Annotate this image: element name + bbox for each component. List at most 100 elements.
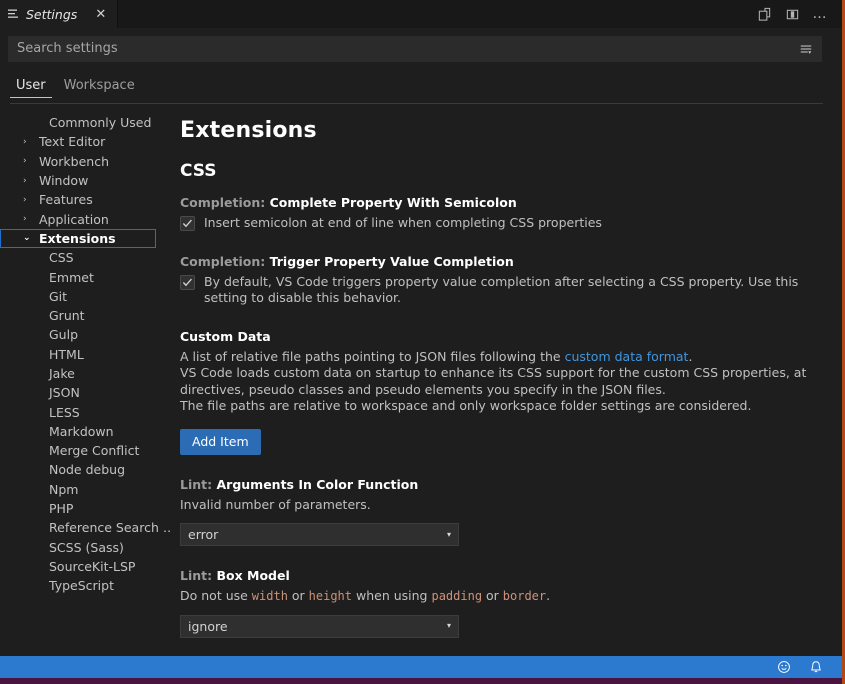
custom-data-format-link[interactable]: custom data format — [565, 349, 689, 364]
setting-label: Lint: Arguments In Color Function — [180, 477, 818, 492]
toc-item-node-debug[interactable]: Node debug — [0, 460, 156, 479]
box-model-text-c: when using — [352, 588, 432, 603]
toc-item-window[interactable]: › Window — [0, 171, 156, 190]
toc-item-workbench[interactable]: › Workbench — [0, 152, 156, 171]
toc-item-scss-sass[interactable]: SCSS (Sass) — [0, 538, 156, 557]
search-box[interactable] — [8, 35, 822, 62]
box-model-text-d: or — [482, 588, 503, 603]
toc-item-label: PHP — [49, 501, 74, 517]
toc-item-grunt[interactable]: Grunt — [0, 306, 156, 325]
select-box-model[interactable]: ignore ▾ — [180, 614, 459, 638]
toc-item-features[interactable]: › Features — [0, 190, 156, 209]
add-item-button[interactable]: Add Item — [180, 428, 261, 455]
toc-item-less[interactable]: LESS — [0, 402, 156, 421]
custom-data-line3: The file paths are relative to workspace… — [180, 398, 752, 413]
chevron-right-icon[interactable]: › — [23, 214, 39, 224]
setting-description: Do not use width or height when using pa… — [180, 588, 818, 605]
toc-item-label: Markdown — [49, 423, 114, 439]
toc-item-extensions[interactable]: ⌄ Extensions — [0, 228, 156, 249]
setting-control: By default, VS Code triggers property va… — [180, 274, 818, 307]
setting-prefix: Lint: — [180, 568, 217, 583]
box-model-text-a: Do not use — [180, 588, 252, 603]
toc-item-label: Extensions — [39, 230, 116, 246]
chevron-down-icon: ▾ — [446, 529, 451, 539]
toc-item-label: JSON — [49, 385, 80, 401]
settings-list-icon — [8, 8, 20, 20]
toc-item-git[interactable]: Git — [0, 287, 156, 306]
toc-item-reference-search[interactable]: Reference Search … — [0, 518, 172, 537]
toc-item-label: Workbench — [39, 153, 109, 169]
toc-item-emmet[interactable]: Emmet — [0, 267, 156, 286]
toggle-panel-icon[interactable] — [780, 2, 804, 26]
toc-item-label: Node debug — [49, 462, 126, 478]
toc-item-gulp[interactable]: Gulp — [0, 325, 156, 344]
select-arguments-in-color-function[interactable]: error ▾ — [180, 523, 459, 546]
search-input[interactable] — [9, 36, 794, 61]
setting-name: Trigger Property Value Completion — [269, 253, 514, 269]
toc-item-label: Window — [39, 173, 89, 189]
toc-item-html[interactable]: HTML — [0, 345, 156, 364]
setting-description: By default, VS Code triggers property va… — [204, 273, 799, 306]
setting-prefix: Completion: — [180, 253, 270, 269]
setting-name: Custom Data — [180, 328, 271, 344]
search-area — [0, 28, 842, 68]
feedback-smiley-icon[interactable] — [776, 659, 792, 675]
tab-bar-spacer — [118, 0, 752, 28]
toc-item-label: Application — [39, 211, 109, 227]
toc-item-css[interactable]: CSS — [0, 248, 156, 267]
settings-window: Settings ✕ … Search settings User Worksp… — [0, 0, 845, 684]
toc-item-text-editor[interactable]: › Text Editor — [0, 132, 156, 151]
setting-name: Box Model — [216, 568, 290, 583]
box-model-text-b: or — [287, 588, 309, 603]
scope-tabs: User Workspace — [0, 68, 842, 98]
toc-item-markdown[interactable]: Markdown — [0, 422, 156, 441]
setting-description: Insert semicolon at end of line when com… — [204, 215, 602, 230]
split-editor-icon[interactable] — [752, 2, 776, 26]
toc-item-php[interactable]: PHP — [0, 499, 156, 518]
checkbox-complete-property-with-semicolon[interactable] — [180, 216, 195, 231]
toc-item-label: Grunt — [49, 308, 85, 324]
toc-item-label: Jake — [49, 366, 75, 381]
chevron-right-icon[interactable]: › — [23, 137, 39, 147]
notifications-bell-icon[interactable] — [808, 659, 824, 675]
setting-name: Complete Property With Semicolon — [269, 195, 517, 210]
window-bottom-bar — [0, 678, 842, 684]
toc-item-label: Git — [49, 288, 68, 304]
tab-settings[interactable]: Settings ✕ — [0, 0, 119, 28]
toc-item-json[interactable]: JSON — [0, 383, 156, 402]
section-title: CSS — [180, 161, 217, 181]
chevron-right-icon[interactable]: › — [23, 156, 39, 166]
tab-user[interactable]: User — [10, 79, 52, 98]
toc-item-label: Gulp — [49, 327, 79, 343]
toc-item-merge-conflict[interactable]: Merge Conflict — [0, 441, 156, 460]
chevron-down-icon: ▾ — [446, 621, 451, 631]
tab-workspace[interactable]: Workspace — [58, 79, 141, 98]
chevron-right-icon[interactable]: › — [23, 195, 39, 205]
setting-prefix: Lint: — [180, 476, 217, 492]
toc-item-typescript[interactable]: TypeScript — [0, 576, 156, 595]
setting-prefix: Completion: — [180, 195, 270, 210]
toc-item-label: Features — [39, 192, 93, 208]
select-value: ignore — [188, 618, 228, 634]
toc-item-label: HTML — [49, 346, 84, 362]
toc-item-label: Commonly Used — [49, 115, 152, 131]
filter-icon[interactable] — [794, 38, 818, 60]
more-actions-icon[interactable]: … — [808, 2, 832, 26]
chevron-right-icon[interactable]: › — [23, 176, 39, 186]
settings-toc: Commonly Used › Text Editor › Workbench › Wind… — [0, 104, 172, 656]
toc-item-jake[interactable]: Jake — [0, 364, 156, 383]
code-token-width: width — [251, 589, 288, 603]
toc-item-label: Text Editor — [39, 134, 106, 150]
toc-item-application[interactable]: › Application — [0, 209, 156, 228]
toc-item-commonly-used[interactable]: Commonly Used — [0, 113, 156, 132]
toc-item-sourcekit-lsp[interactable]: SourceKit-LSP — [0, 557, 156, 576]
toc-item-label: SourceKit-LSP — [49, 558, 136, 574]
toc-item-label: LESS — [49, 404, 80, 420]
tab-label: Settings — [26, 6, 78, 22]
checkbox-trigger-property-value-completion[interactable] — [180, 274, 195, 290]
toc-item-npm[interactable]: Npm — [0, 480, 156, 499]
chevron-down-icon[interactable]: ⌄ — [23, 233, 39, 243]
select-value: error — [188, 527, 219, 542]
page-title: Extensions — [180, 118, 317, 143]
close-icon[interactable]: ✕ — [93, 7, 108, 22]
